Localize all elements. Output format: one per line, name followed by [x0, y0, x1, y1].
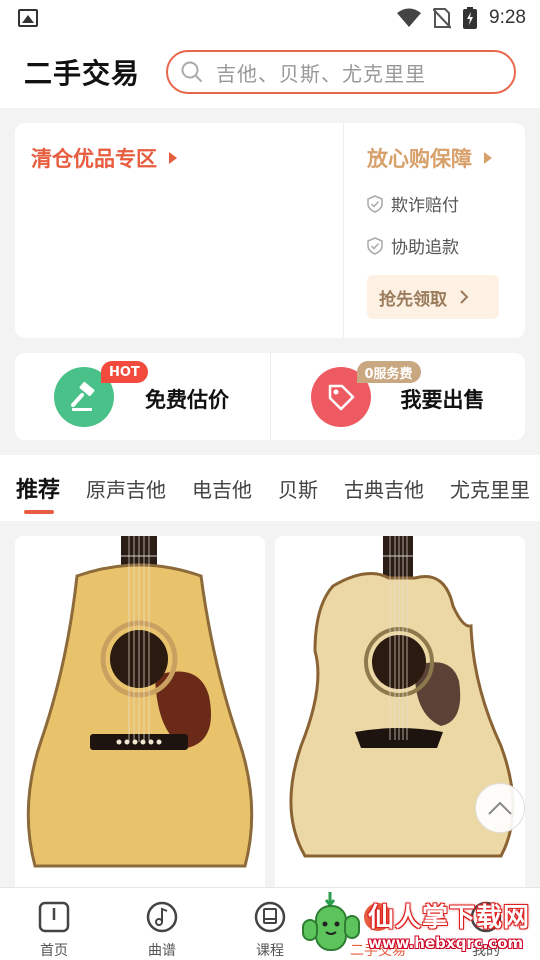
- page-title: 二手交易: [24, 57, 141, 90]
- cactus-logo-icon: [302, 892, 360, 951]
- search-input[interactable]: 吉他、贝斯、尤克里里: [166, 50, 516, 94]
- nav-home[interactable]: 首页: [0, 888, 108, 960]
- nav-label: 首页: [40, 943, 68, 959]
- status-time: 9:28: [489, 7, 526, 28]
- watermark-url: www.hebxqrc.com: [368, 933, 524, 952]
- search-placeholder: 吉他、贝斯、尤克里里: [216, 61, 426, 86]
- scroll-to-top-button[interactable]: [475, 783, 525, 833]
- promo-card: 清仓优品专区 放心购保障 欺诈赔付 协助追款 抢先领取: [15, 123, 525, 338]
- no-sim-icon: [433, 8, 452, 29]
- product-card[interactable]: [15, 536, 265, 896]
- product-card[interactable]: [275, 536, 525, 896]
- music-note-icon: [146, 901, 178, 933]
- product-grid: [0, 521, 540, 896]
- tab-classical-guitar[interactable]: 古典吉他: [344, 474, 424, 503]
- wifi-icon: [397, 8, 422, 27]
- battery-charging-icon: [463, 7, 478, 29]
- sell-button[interactable]: 0服务费 我要出售: [269, 353, 526, 440]
- promo-divider: [343, 123, 344, 338]
- guarantee-item-recovery: 协助追款: [367, 233, 459, 258]
- home-icon: [38, 901, 70, 933]
- nav-scores[interactable]: 曲谱: [108, 888, 216, 960]
- chevron-up-icon: [488, 801, 512, 815]
- image-notification-icon: [18, 9, 38, 27]
- guarantee-link[interactable]: 放心购保障: [367, 143, 492, 173]
- shield-check-icon: [367, 236, 383, 255]
- cutaway-guitar-image: [289, 536, 515, 858]
- clearance-zone-link[interactable]: 清仓优品专区: [31, 143, 177, 173]
- guarantee-label: 欺诈赔付: [391, 196, 459, 216]
- sell-label: 我要出售: [400, 388, 485, 412]
- dreadnought-guitar-image: [26, 536, 254, 868]
- site-watermark: 仙人掌下载网 www.hebxqrc.com: [300, 888, 540, 960]
- claim-label: 抢先领取: [379, 289, 447, 310]
- app-header: 二手交易 吉他、贝斯、尤克里里: [0, 36, 540, 108]
- claim-button[interactable]: 抢先领取: [367, 275, 499, 319]
- nav-label: 曲谱: [148, 943, 176, 959]
- free-valuation-label: 免费估价: [145, 388, 229, 412]
- hot-badge: HOT: [101, 361, 148, 383]
- zero-fee-badge: 0服务费: [356, 361, 421, 383]
- guarantee-label: 协助追款: [391, 238, 459, 258]
- tab-bass[interactable]: 贝斯: [278, 474, 318, 503]
- guarantee-item-fraud: 欺诈赔付: [367, 191, 459, 216]
- chevron-right-icon: [460, 290, 469, 304]
- search-icon: [181, 61, 202, 82]
- nav-label: 课程: [256, 943, 284, 959]
- play-arrow-icon: [484, 152, 492, 164]
- course-book-icon: [254, 901, 286, 933]
- tab-ukulele[interactable]: 尤克里里: [450, 474, 530, 503]
- quick-actions: HOT 免费估价 0服务费 我要出售: [15, 353, 525, 440]
- watermark-title: 仙人掌下载网: [368, 902, 531, 933]
- shield-check-icon: [367, 194, 383, 213]
- free-valuation-button[interactable]: HOT 免费估价: [15, 353, 270, 440]
- play-arrow-icon: [169, 152, 177, 164]
- clearance-zone-title: 清仓优品专区: [31, 147, 157, 171]
- category-tabs: 推荐 原声吉他 电吉他 贝斯 古典吉他 尤克里里: [0, 455, 540, 521]
- status-bar: 9:28: [0, 0, 540, 36]
- tab-acoustic-guitar[interactable]: 原声吉他: [86, 474, 166, 503]
- guarantee-title: 放心购保障: [367, 147, 472, 171]
- tab-electric-guitar[interactable]: 电吉他: [192, 474, 252, 503]
- tab-recommended[interactable]: 推荐: [16, 472, 60, 514]
